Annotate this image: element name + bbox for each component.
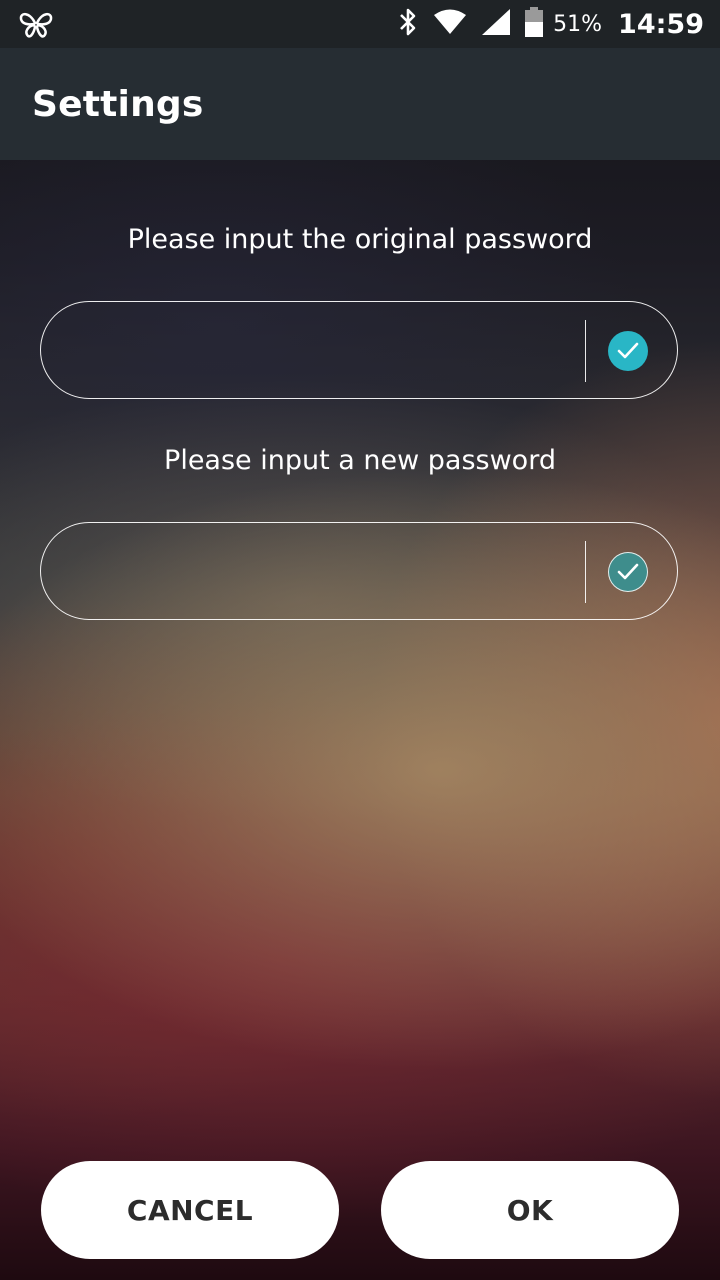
- battery-percent: 51%: [553, 11, 603, 37]
- check-icon: [617, 563, 638, 579]
- ok-button[interactable]: OK: [381, 1161, 679, 1259]
- battery-icon: [525, 7, 544, 41]
- cancel-button[interactable]: CANCEL: [41, 1161, 339, 1259]
- wallpaper-background: [0, 0, 720, 1280]
- original-password-prompt: Please input the original password: [127, 224, 593, 255]
- original-password-confirm-button[interactable]: [608, 331, 648, 371]
- app-bar: Settings: [0, 48, 720, 160]
- new-password-field[interactable]: [40, 522, 678, 620]
- new-password-prompt: Please input a new password: [164, 445, 556, 476]
- new-password-confirm-button[interactable]: [608, 552, 648, 592]
- wifi-icon: [433, 9, 467, 39]
- original-password-field[interactable]: [40, 301, 678, 399]
- page-title: Settings: [32, 84, 204, 125]
- check-icon: [617, 342, 639, 359]
- status-bar: 51% 14:59: [0, 0, 720, 48]
- bluetooth-icon: [397, 7, 419, 41]
- original-password-input[interactable]: [71, 322, 575, 380]
- field-divider: [585, 320, 586, 382]
- clock: 14:59: [618, 8, 704, 40]
- field-divider: [585, 541, 586, 603]
- cell-signal-icon: [481, 8, 511, 40]
- butterfly-logo-icon: [18, 8, 54, 40]
- new-password-input[interactable]: [71, 543, 575, 601]
